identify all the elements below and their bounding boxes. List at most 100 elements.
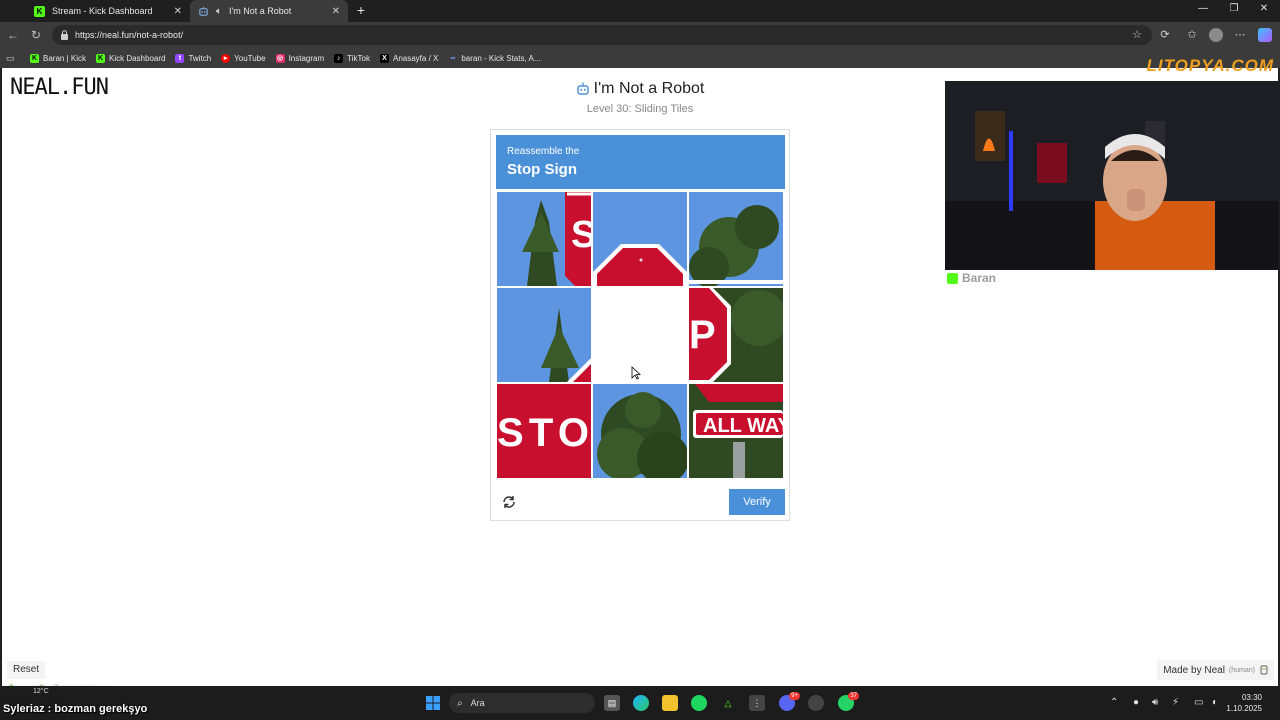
tiktok-icon: ♪ bbox=[334, 53, 344, 63]
search-placeholder: Ara bbox=[470, 698, 485, 708]
watermark-text: LITOPYA.COM bbox=[1146, 56, 1274, 75]
prompt-line1: Reassemble the bbox=[507, 146, 580, 157]
bookmark-label: Baran | Kick bbox=[43, 53, 86, 63]
bookmark-x[interactable]: X Anasayfa / X bbox=[379, 53, 439, 63]
restore-icon[interactable]: ❐ bbox=[1226, 3, 1242, 14]
speaker-icon[interactable]: 🔈︎ bbox=[216, 6, 222, 17]
svg-text:ALL WAY: ALL WAY bbox=[703, 415, 783, 437]
puzzle-tile[interactable] bbox=[497, 288, 591, 382]
puzzle-tile[interactable]: S bbox=[497, 192, 591, 286]
svg-text:P: P bbox=[689, 313, 716, 357]
window-close-icon[interactable]: ✕ bbox=[1256, 3, 1272, 14]
whatsapp-badge: 37 bbox=[848, 692, 859, 700]
youtube-icon: ▸ bbox=[221, 53, 231, 63]
speaker-tray-icon[interactable]: ◐ bbox=[1212, 697, 1218, 708]
extensions-icon[interactable]: ⟳ bbox=[1158, 28, 1172, 42]
tray-app-icon[interactable]: ● bbox=[1133, 697, 1139, 708]
bookmark-tiktok[interactable]: ♪ TikTok bbox=[334, 53, 370, 63]
bookmark-youtube[interactable]: ▸ YouTube bbox=[221, 53, 266, 63]
x-icon: X bbox=[379, 53, 389, 63]
system-clock[interactable]: 03:30 1.10.2025 bbox=[1226, 692, 1262, 714]
reset-button[interactable]: Reset bbox=[7, 661, 46, 679]
bookmark-label: TikTok bbox=[347, 53, 370, 63]
puzzle-tile[interactable] bbox=[689, 192, 783, 286]
level-subtitle: Level 30: Sliding Tiles bbox=[586, 103, 694, 115]
discord-badge: 9+ bbox=[789, 692, 800, 700]
robot-icon bbox=[576, 82, 589, 95]
captcha-prompt: Reassemble the Stop Sign bbox=[496, 135, 785, 189]
trophy-icon bbox=[1260, 665, 1268, 675]
puzzle-tile[interactable]: STO bbox=[497, 384, 591, 478]
volume-icon[interactable]: 🔊︎ bbox=[1152, 697, 1158, 708]
puzzle-tile[interactable]: ALL WAY bbox=[689, 384, 783, 478]
copilot-icon[interactable] bbox=[1258, 28, 1272, 42]
made-by-link[interactable]: Made by Neal (human) bbox=[1157, 660, 1274, 680]
chat-message: Syleriaz : bozman gerekşyo bbox=[3, 703, 147, 715]
site-logo[interactable]: NEAL.FUN bbox=[10, 75, 109, 100]
weather-temp: 12°C bbox=[33, 688, 49, 695]
back-icon[interactable]: ← bbox=[5, 27, 21, 43]
bookmark-label: Anasayfa / X bbox=[392, 53, 439, 63]
chat-text: bozman gerekşyo bbox=[54, 703, 148, 715]
stats-icon: ∞ bbox=[450, 54, 456, 62]
instagram-icon: ◎ bbox=[275, 53, 285, 63]
search-icon: ⌕ bbox=[457, 697, 463, 709]
close-icon[interactable]: ✕ bbox=[332, 6, 340, 17]
new-tab-button[interactable]: + bbox=[353, 2, 369, 18]
address-bar[interactable]: https://neal.fun/not-a-robot/ ☆ bbox=[52, 25, 1152, 45]
tab-label: Stream - Kick Dashboard bbox=[52, 6, 153, 16]
more-menu-icon[interactable]: ⋯ bbox=[1233, 28, 1247, 42]
discord-icon[interactable]: 9+ bbox=[779, 692, 800, 711]
prompt-target: Stop Sign bbox=[507, 161, 577, 178]
bookmark-twitch[interactable]: t Twitch bbox=[175, 53, 212, 63]
bookmark-instagram[interactable]: ◎ Instagram bbox=[275, 53, 325, 63]
bookmark-label: Instagram bbox=[288, 53, 325, 63]
made-by-text: Made by Neal bbox=[1163, 664, 1225, 676]
spotify-icon[interactable] bbox=[691, 695, 707, 711]
tab-kick-dashboard[interactable]: K Stream - Kick Dashboard ✕ bbox=[26, 0, 190, 22]
minimize-icon[interactable]: — bbox=[1195, 3, 1211, 14]
robot-icon bbox=[199, 6, 208, 16]
puzzle-tile[interactable] bbox=[593, 192, 687, 286]
close-icon[interactable]: ✕ bbox=[174, 6, 182, 17]
kick-icon: K bbox=[34, 5, 45, 17]
made-by-human: (human) bbox=[1228, 666, 1255, 674]
bookmark-kick-stats[interactable]: ∞ baran - Kick Stats, A... bbox=[448, 54, 540, 63]
kick-icon: K bbox=[95, 53, 105, 63]
bookmark-label: Kick Dashboard bbox=[108, 53, 166, 63]
tray-chevron-icon[interactable]: ⌃ bbox=[1110, 697, 1118, 708]
captcha-card: Reassemble the Stop Sign S P STO ALL WAY… bbox=[490, 129, 790, 521]
display-icon[interactable]: ▭ bbox=[1194, 697, 1203, 708]
favorite-star-icon[interactable]: ☆ bbox=[1132, 28, 1142, 41]
profile-avatar[interactable] bbox=[1209, 28, 1223, 42]
favorites-icon[interactable]: ✩ bbox=[1185, 28, 1199, 42]
network-icon[interactable]: ⚡︎ bbox=[1172, 697, 1179, 708]
weather-widget[interactable]: 12°C bbox=[33, 688, 49, 696]
file-explorer-icon[interactable] bbox=[662, 695, 678, 711]
chat-separator: : bbox=[44, 703, 55, 715]
bookmark-label: Twitch bbox=[188, 53, 212, 63]
kick-icon bbox=[947, 272, 958, 284]
edge-icon[interactable] bbox=[633, 695, 649, 711]
lock-icon bbox=[61, 30, 68, 40]
bookmarks-toggle-icon[interactable]: ▭ bbox=[6, 53, 18, 63]
kick-icon: K bbox=[30, 53, 39, 63]
verify-button[interactable]: Verify bbox=[729, 489, 785, 515]
tab-not-a-robot[interactable]: 🔈︎ I'm Not a Robot ✕ bbox=[190, 0, 348, 22]
svg-text:STO: STO bbox=[497, 411, 589, 455]
puzzle-tile[interactable] bbox=[593, 384, 687, 478]
reload-icon[interactable]: ↻ bbox=[28, 27, 44, 43]
puzzle-tile[interactable]: P bbox=[689, 288, 783, 382]
taskbar-search[interactable]: ⌕ Ara bbox=[449, 693, 595, 713]
mouse-cursor-icon bbox=[631, 366, 641, 380]
bookmark-kick-dashboard[interactable]: K Kick Dashboard bbox=[95, 53, 166, 63]
app-icon[interactable] bbox=[808, 695, 824, 711]
streamer-name: Baran bbox=[962, 271, 997, 285]
bookmark-baran-kick[interactable]: K Baran | Kick bbox=[30, 53, 86, 63]
windows-start-icon[interactable] bbox=[425, 695, 441, 711]
app-triangle-icon[interactable]: △ bbox=[720, 695, 736, 711]
app-icon[interactable]: ⋮ bbox=[749, 695, 765, 711]
task-view-icon[interactable]: ▤ bbox=[604, 695, 620, 711]
whatsapp-icon[interactable]: 37 bbox=[838, 692, 859, 711]
refresh-icon[interactable] bbox=[500, 493, 518, 511]
